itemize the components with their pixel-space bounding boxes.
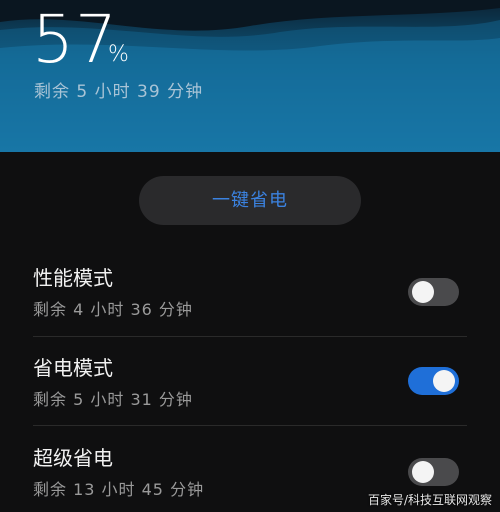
- toggle-knob: [412, 461, 434, 483]
- mode-item-power-save[interactable]: 省电模式 剩余 5 小时 31 分钟: [0, 355, 500, 443]
- battery-header: 57 % 剩余 5 小时 39 分钟: [0, 0, 500, 152]
- super-save-mode-toggle[interactable]: [408, 458, 459, 486]
- mode-remaining-time: 剩余 5 小时 31 分钟: [33, 390, 193, 409]
- mode-title: 省电模式: [33, 356, 113, 380]
- one-key-power-save-button[interactable]: 一键省电: [139, 176, 361, 225]
- mode-remaining-time: 剩余 13 小时 45 分钟: [33, 480, 205, 499]
- power-save-mode-toggle[interactable]: [408, 367, 459, 395]
- percent-sign: %: [108, 42, 129, 67]
- toggle-knob: [433, 370, 455, 392]
- mode-item-performance[interactable]: 性能模式 剩余 4 小时 36 分钟: [0, 265, 500, 353]
- toggle-knob: [412, 281, 434, 303]
- watermark: 百家号/科技互联网观察: [367, 493, 492, 507]
- divider: [33, 425, 467, 426]
- performance-mode-toggle[interactable]: [408, 278, 459, 306]
- divider: [33, 336, 467, 337]
- battery-settings-screen: 57 % 剩余 5 小时 39 分钟 一键省电 性能模式 剩余 4 小时 36 …: [0, 0, 500, 512]
- battery-remaining-time: 剩余 5 小时 39 分钟: [34, 82, 204, 102]
- mode-title: 性能模式: [33, 266, 113, 290]
- mode-title: 超级省电: [33, 446, 113, 470]
- battery-percent: 57: [32, 1, 118, 78]
- mode-remaining-time: 剩余 4 小时 36 分钟: [33, 300, 193, 319]
